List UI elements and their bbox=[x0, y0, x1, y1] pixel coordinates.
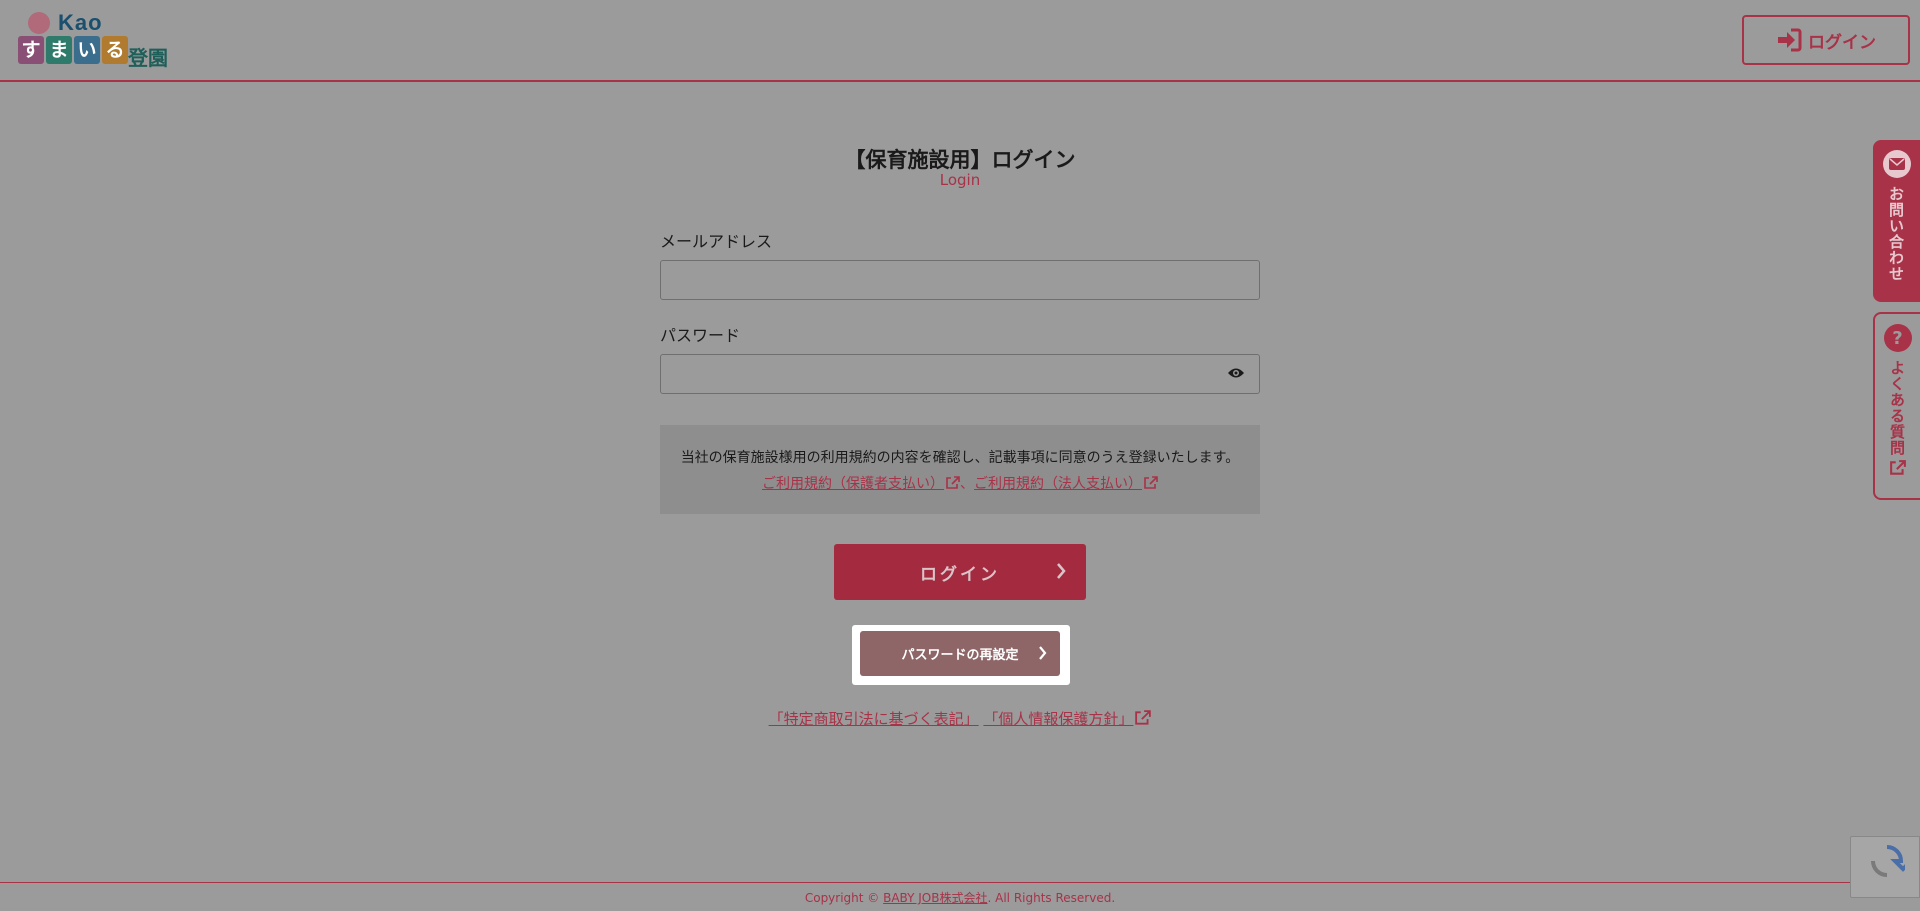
header-login-label: ログイン bbox=[1808, 32, 1876, 53]
logo-blocks: す ま い る bbox=[18, 36, 130, 64]
copyright-suffix: . All Rights Reserved. bbox=[987, 891, 1116, 905]
show-password-icon[interactable] bbox=[1227, 367, 1245, 379]
logo-suffix: 登園 bbox=[128, 46, 168, 70]
logo-brand: Kao bbox=[58, 10, 103, 35]
password-reset-button[interactable]: パスワードの再設定 bbox=[860, 631, 1060, 676]
privacy-policy-link[interactable]: 「個人情報保護方針」 bbox=[983, 710, 1152, 728]
external-link-icon bbox=[1889, 460, 1906, 475]
logo-block: す bbox=[18, 36, 44, 64]
logo-block: い bbox=[74, 36, 100, 64]
external-link-icon bbox=[1135, 710, 1152, 725]
faq-tab[interactable]: ? よくある質問 bbox=[1873, 312, 1920, 500]
terms-link-guardian-label: ご利用規約（保護者支払い） bbox=[762, 476, 944, 492]
privacy-policy-label: 「個人情報保護方針」 bbox=[983, 710, 1134, 728]
site-header: Kao す ま い る 登園 ログイン bbox=[0, 0, 1920, 82]
page-subtitle: Login bbox=[939, 171, 981, 189]
terms-separator: 、 bbox=[960, 476, 974, 492]
question-circle-icon: ? bbox=[1883, 324, 1912, 352]
password-reset-label: パスワードの再設定 bbox=[901, 648, 1019, 663]
terms-link-corporate[interactable]: ご利用規約（法人支払い） bbox=[974, 476, 1158, 492]
password-field[interactable] bbox=[660, 354, 1260, 394]
bear-mascot-icon bbox=[28, 12, 50, 34]
chevron-right-icon bbox=[1057, 563, 1066, 579]
header-login-button[interactable]: ログイン bbox=[1742, 15, 1910, 65]
terms-text: 当社の保育施設様用の利用規約の内容を確認し、記載事項に同意のうえ登録いたします。 bbox=[680, 450, 1240, 466]
envelope-icon bbox=[1882, 150, 1911, 178]
logo-block: る bbox=[102, 36, 128, 64]
footer-divider bbox=[0, 882, 1920, 883]
sign-in-icon bbox=[1778, 28, 1802, 52]
page-title: 【保育施設用】ログイン bbox=[844, 148, 1076, 172]
login-button-label: ログイン bbox=[920, 564, 1000, 585]
login-button[interactable]: ログイン bbox=[834, 544, 1086, 600]
contact-tab[interactable]: お問い合わせ bbox=[1873, 140, 1920, 302]
terms-links: ご利用規約（保護者支払い） 、ご利用規約（法人支払い） bbox=[660, 473, 1260, 493]
company-link[interactable]: BABY JOB株式会社 bbox=[883, 891, 987, 905]
commerce-law-link[interactable]: 「特定商取引法に基づく表記」 bbox=[769, 710, 979, 728]
recaptcha-icon bbox=[1871, 845, 1905, 877]
external-link-icon bbox=[1144, 476, 1158, 489]
terms-link-guardian[interactable]: ご利用規約（保護者支払い） bbox=[762, 476, 960, 492]
legal-links: 「特定商取引法に基づく表記」 「個人情報保護方針」 bbox=[0, 708, 1920, 729]
footer: Copyright © BABY JOB株式会社. All Rights Res… bbox=[0, 889, 1920, 906]
logo-block: ま bbox=[46, 36, 72, 64]
password-label: パスワード bbox=[660, 326, 741, 345]
copyright-prefix: Copyright © bbox=[804, 891, 884, 905]
external-link-icon bbox=[946, 476, 960, 489]
contact-tab-label: お問い合わせ bbox=[1887, 186, 1905, 282]
faq-tab-label: よくある質問 bbox=[1888, 360, 1906, 456]
chevron-right-icon bbox=[1039, 646, 1047, 660]
site-logo[interactable]: Kao す ま い る 登園 bbox=[18, 10, 174, 70]
email-field[interactable] bbox=[660, 260, 1260, 300]
terms-link-corporate-label: ご利用規約（法人支払い） bbox=[974, 476, 1142, 492]
terms-notice: 当社の保育施設様用の利用規約の内容を確認し、記載事項に同意のうえ登録いたします。… bbox=[660, 425, 1260, 514]
recaptcha-badge[interactable] bbox=[1850, 836, 1920, 898]
email-label: メールアドレス bbox=[660, 232, 773, 251]
